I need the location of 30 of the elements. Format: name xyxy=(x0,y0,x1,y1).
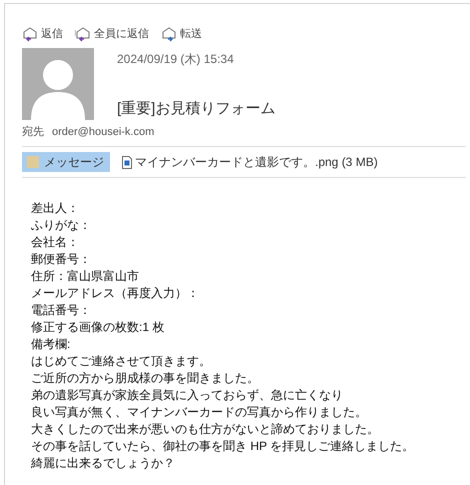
toolbar-button[interactable]: 全員に返信 xyxy=(75,26,149,42)
body-line: 弟の遺影写真が家族全員気に入っておらず、急に亡くなり xyxy=(31,387,343,404)
toolbar-button[interactable]: 返信 xyxy=(22,26,63,42)
body-line: 電話番号： xyxy=(31,302,91,319)
body-line: 備考欄: xyxy=(31,336,70,353)
reply-all-icon xyxy=(75,26,91,42)
avatar-icon xyxy=(22,48,94,120)
message-tab[interactable]: メッセージ xyxy=(22,152,110,172)
toolbar-button[interactable]: 転送 xyxy=(161,26,202,42)
body-line: 綺麗に出来るでしょうか？ xyxy=(31,455,175,472)
body-line: 修正する画像の枚数:1 枚 xyxy=(31,319,164,336)
body-line: その事を話していたら、御社の事を聞き HP を拝見しご連絡しました。 xyxy=(31,438,414,455)
body-line: 住所：富山県富山市 xyxy=(31,268,139,285)
to-label: 宛先 xyxy=(22,124,44,140)
attachment-tab[interactable]: マイナンバーカードと遺影です。.png (3 MB) xyxy=(118,152,382,172)
body-line: 差出人： xyxy=(31,200,79,217)
image-file-icon xyxy=(122,156,132,168)
reply-icon xyxy=(22,26,38,42)
message-date: 2024/09/19 (木) 15:34 xyxy=(117,51,235,68)
message-subject: [重要]お見積りフォーム xyxy=(117,99,276,119)
recipient-address: order@housei-k.com xyxy=(52,124,154,140)
body-line: 会社名： xyxy=(31,234,79,251)
body-line: 郵便番号： xyxy=(31,251,91,268)
body-line: 良い写真が無く、マイナンバーカードの写真から作りました。 xyxy=(31,404,367,421)
body-line: メールアドレス（再度入力）： xyxy=(31,285,199,302)
body-line: 大きくしたので出来が悪いのも仕方がないと諦めておりました。 xyxy=(31,421,379,438)
body-line: ご近所の方から朋成様の事を聞きました。 xyxy=(31,370,259,387)
body-line: はじめてご連絡させて頂きます。 xyxy=(31,353,211,370)
body-line: ふりがな： xyxy=(31,217,91,234)
forward-icon xyxy=(161,26,177,42)
